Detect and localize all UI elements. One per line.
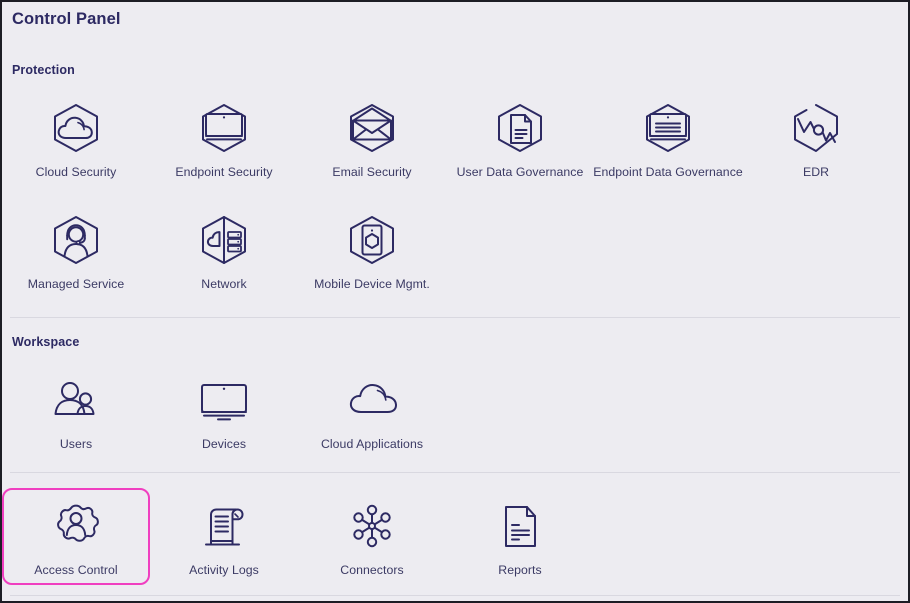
users-icon: [46, 372, 106, 430]
managed-service-icon: [46, 212, 106, 270]
tile-label: Mobile Device Mgmt.: [314, 277, 430, 291]
tile-endpoint-data-governance[interactable]: Endpoint Data Governance: [593, 90, 743, 187]
tile-endpoint-security[interactable]: Endpoint Security: [150, 90, 298, 187]
tile-label: Access Control: [34, 563, 118, 577]
tile-reports[interactable]: Reports: [446, 488, 594, 585]
devices-icon: [194, 372, 254, 430]
tile-label: User Data Governance: [456, 165, 584, 179]
tile-mobile-device-mgmt[interactable]: Mobile Device Mgmt.: [298, 202, 446, 299]
tile-user-data-governance[interactable]: User Data Governance: [446, 90, 594, 187]
section-divider-1: [10, 317, 900, 318]
tile-label: Cloud Applications: [320, 437, 424, 451]
section-title-protection: Protection: [12, 63, 75, 77]
tile-edr[interactable]: EDR: [742, 90, 890, 187]
endpoint-data-governance-icon: [638, 100, 698, 158]
tile-label: Devices: [201, 437, 247, 451]
tile-label: Email Security: [332, 165, 412, 179]
access-control-icon: [46, 498, 106, 556]
tile-label: Endpoint Data Governance: [593, 165, 743, 179]
tile-network[interactable]: Network: [150, 202, 298, 299]
tile-label: Network: [201, 277, 247, 291]
tile-label: Endpoint Security: [175, 165, 273, 179]
protection-row-2: Managed Service Network Mobile Device Mg…: [2, 202, 446, 299]
tile-label: EDR: [802, 165, 830, 179]
tile-label: Managed Service: [27, 277, 125, 291]
endpoint-security-icon: [194, 100, 254, 158]
reports-icon: [490, 498, 550, 556]
tile-access-control[interactable]: Access Control: [2, 488, 150, 585]
user-data-governance-icon: [490, 100, 550, 158]
tile-connectors[interactable]: Connectors: [298, 488, 446, 585]
tile-managed-service[interactable]: Managed Service: [2, 202, 150, 299]
tile-devices[interactable]: Devices: [150, 362, 298, 459]
cloud-applications-icon: [342, 372, 402, 430]
section-divider-2: [10, 472, 900, 473]
mobile-device-mgmt-icon: [342, 212, 402, 270]
section-title-workspace: Workspace: [12, 335, 80, 349]
activity-logs-icon: [194, 498, 254, 556]
control-panel-window: Control Panel Protection Cloud Security: [0, 0, 910, 603]
tile-label: Reports: [498, 563, 542, 577]
tile-email-security[interactable]: Email Security: [298, 90, 446, 187]
tile-cloud-applications[interactable]: Cloud Applications: [298, 362, 446, 459]
tile-label: Users: [59, 437, 93, 451]
tile-label: Activity Logs: [189, 563, 259, 577]
email-security-icon: [342, 100, 402, 158]
network-icon: [194, 212, 254, 270]
cloud-security-icon: [46, 100, 106, 158]
workspace-row-1: Users Devices Cloud Applications: [2, 362, 446, 459]
tile-users[interactable]: Users: [2, 362, 150, 459]
section-divider-3: [10, 595, 900, 596]
tile-cloud-security[interactable]: Cloud Security: [2, 90, 150, 187]
workspace-row-2: Access Control Activity Logs Connectors …: [2, 488, 594, 585]
tile-activity-logs[interactable]: Activity Logs: [150, 488, 298, 585]
control-panel-content: Protection Cloud Security Endpoint Secur…: [2, 2, 908, 601]
protection-row-1: Cloud Security Endpoint Security Email S…: [2, 90, 890, 187]
edr-icon: [786, 100, 846, 158]
tile-label: Connectors: [340, 563, 404, 577]
connectors-icon: [342, 498, 402, 556]
tile-label: Cloud Security: [35, 165, 117, 179]
